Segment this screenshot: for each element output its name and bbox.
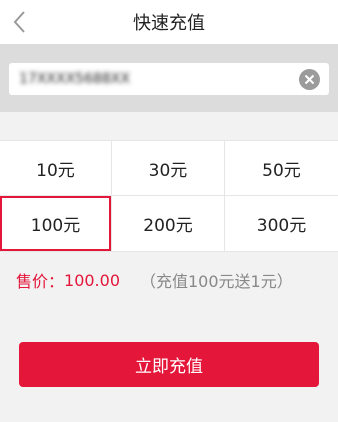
- amount-option-300[interactable]: 300元: [225, 196, 338, 251]
- price-line: 售价： 100.00 （充值100元送1元）: [16, 268, 293, 292]
- recharge-now-button[interactable]: 立即充值: [19, 342, 319, 387]
- phone-section: [0, 44, 338, 112]
- amount-option-50[interactable]: 50元: [225, 141, 338, 196]
- promotion-note: （充值100元送1元）: [140, 272, 293, 291]
- amount-option-10[interactable]: 10元: [0, 141, 112, 196]
- page-title: 快速充值: [133, 13, 205, 34]
- price-label: 售价：: [16, 272, 65, 291]
- back-button[interactable]: [6, 6, 34, 38]
- app-screen: 快速充值 10元 30元 50元 100元 200元 300元 售价： 100.…: [0, 0, 338, 422]
- clear-button[interactable]: [299, 69, 320, 90]
- clear-circle-icon: [304, 74, 315, 85]
- amount-grid: 10元 30元 50元 100元 200元 300元: [0, 140, 338, 252]
- price-value: 100.00: [64, 270, 120, 290]
- amount-option-100[interactable]: 100元: [0, 196, 112, 251]
- header-bar: 快速充值: [0, 0, 338, 44]
- amount-option-30[interactable]: 30元: [112, 141, 225, 196]
- phone-number-input[interactable]: [9, 64, 279, 94]
- phone-input-wrapper: [9, 63, 329, 95]
- amount-option-200[interactable]: 200元: [112, 196, 225, 251]
- chevron-left-icon: [13, 11, 25, 33]
